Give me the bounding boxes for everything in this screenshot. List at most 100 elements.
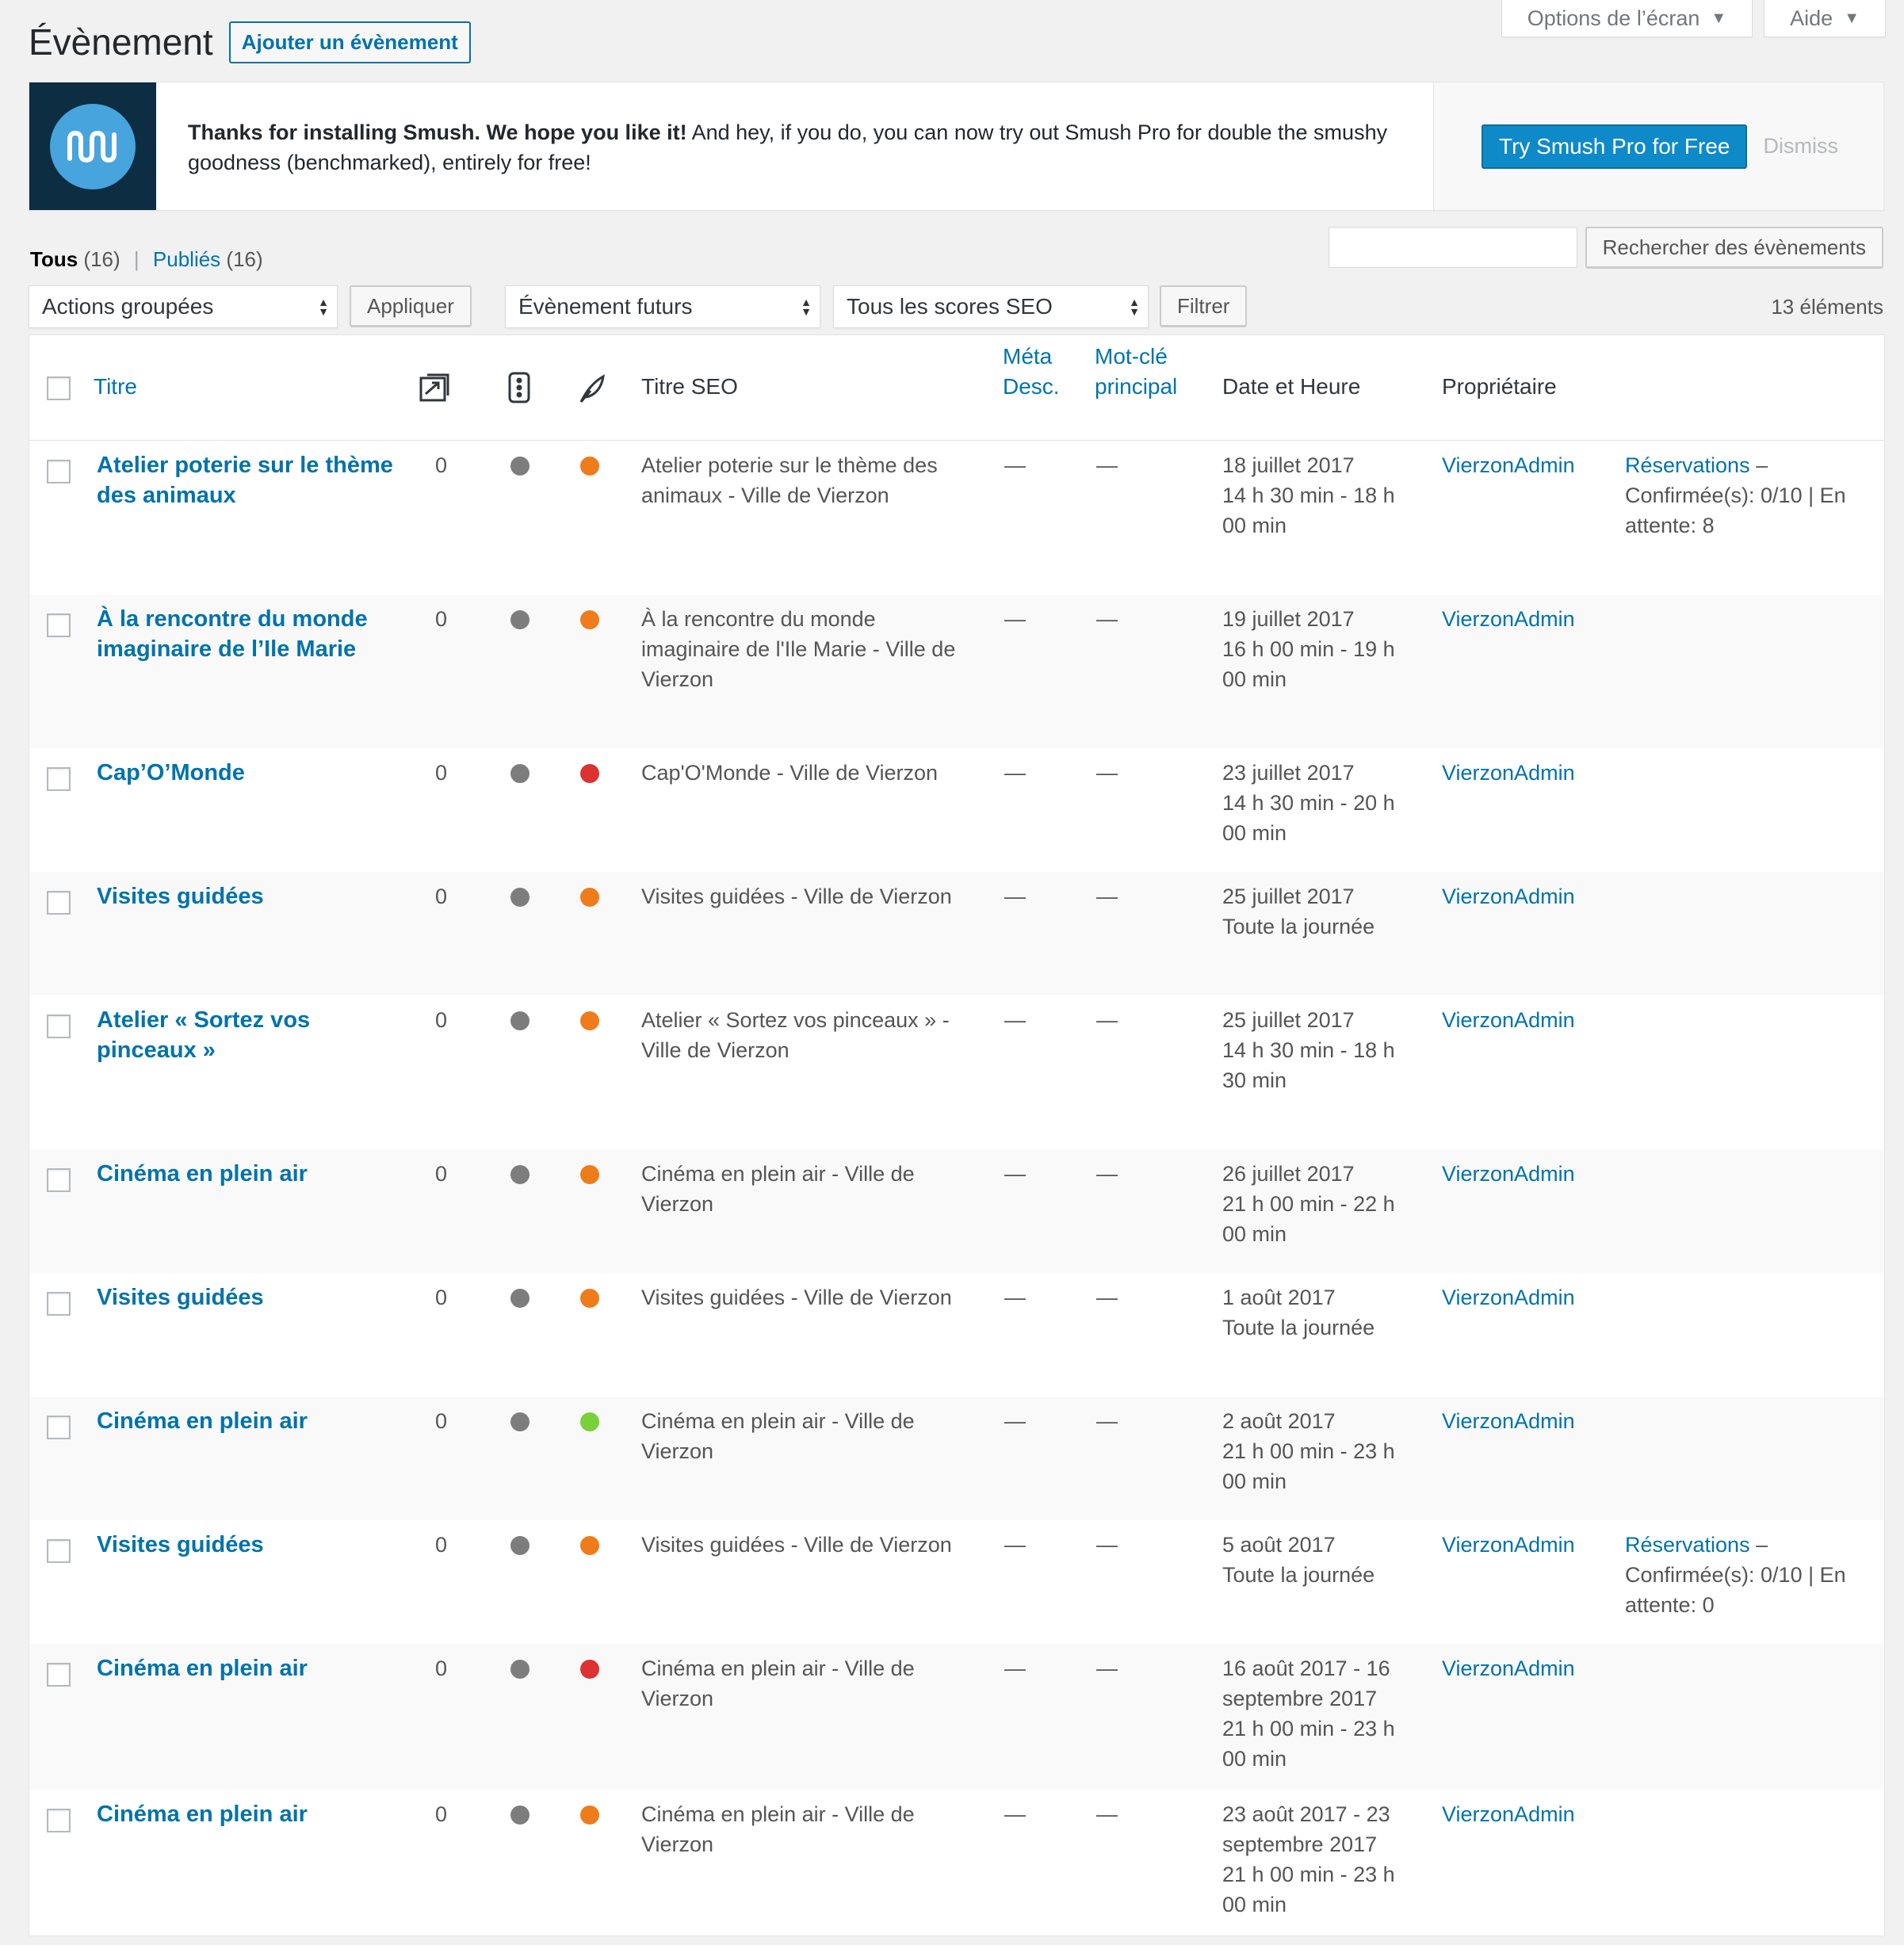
reservations-line: Réservations – xyxy=(1625,450,1768,480)
readability-score-dot xyxy=(510,1660,530,1679)
column-focus-keyword-line2: principal xyxy=(1095,374,1178,399)
readability-score-dot xyxy=(510,1165,530,1184)
view-published-link[interactable]: Publiés xyxy=(153,247,220,271)
date-line3: 00 min xyxy=(1222,1222,1287,1246)
owner-link[interactable]: VierzonAdmin xyxy=(1442,1005,1575,1035)
seo-score-select[interactable]: Tous les scores SEO ▲ ▼ xyxy=(833,285,1149,328)
meta-desc-value: — xyxy=(1004,1409,1026,1433)
select-all-checkbox[interactable] xyxy=(47,376,71,400)
search-input[interactable] xyxy=(1328,227,1577,268)
reservations-link[interactable]: Réservations xyxy=(1625,453,1750,477)
event-title-link-line2[interactable]: pinceaux » xyxy=(97,1035,216,1065)
bulk-actions-select[interactable]: Actions groupées ▲ ▼ xyxy=(29,285,338,328)
seo-score-dot xyxy=(580,1412,599,1431)
event-title-link[interactable]: Atelier « Sortez vos xyxy=(97,1005,310,1035)
reservations-dash: – xyxy=(1749,1533,1768,1557)
owner-link[interactable]: VierzonAdmin xyxy=(1442,450,1575,480)
seo-title-line2: Vierzon xyxy=(641,1192,714,1216)
focus-keyword-value: — xyxy=(1096,1533,1118,1557)
view-separator: | xyxy=(133,247,140,271)
row-checkbox[interactable] xyxy=(47,460,71,483)
row-checkbox[interactable] xyxy=(47,891,71,915)
date-line2: 14 h 30 min - 18 h xyxy=(1222,483,1395,507)
row-checkbox[interactable] xyxy=(47,1663,71,1687)
event-title-link[interactable]: À la rencontre du monde xyxy=(97,604,368,634)
owner-link[interactable]: VierzonAdmin xyxy=(1442,758,1575,788)
reservations-link[interactable]: Réservations xyxy=(1625,1533,1750,1557)
row-checkbox[interactable] xyxy=(47,1416,71,1439)
column-focus-keyword-line1: Mot-clé xyxy=(1095,344,1168,369)
event-title-link[interactable]: Cap’O’Monde xyxy=(97,758,245,788)
column-title[interactable]: Titre xyxy=(94,372,137,402)
search-events-button[interactable]: Rechercher des évènements xyxy=(1585,227,1883,268)
dismiss-link[interactable]: Dismiss xyxy=(1763,134,1838,159)
seo-title-line2: Ville de Vierzon xyxy=(641,1038,790,1062)
event-scope-value: Évènement futurs xyxy=(518,294,693,319)
tablenav-top: Actions groupées ▲ ▼ Appliquer Évènement … xyxy=(29,285,1883,330)
event-title-link[interactable]: Visites guidées xyxy=(97,1282,264,1313)
event-title-link[interactable]: Cinéma en plein air xyxy=(97,1799,308,1829)
row-checkbox[interactable] xyxy=(47,1539,71,1563)
filter-button[interactable]: Filtrer xyxy=(1160,285,1248,327)
try-smush-pro-button[interactable]: Try Smush Pro for Free xyxy=(1482,124,1748,169)
owner-link[interactable]: VierzonAdmin xyxy=(1442,1799,1575,1829)
column-meta-desc[interactable]: Méta Desc. xyxy=(1003,342,1060,402)
event-title-link[interactable]: Visites guidées xyxy=(97,881,264,911)
table-row: Atelier poterie sur le thème des animaux 0… xyxy=(29,441,1884,594)
apply-button[interactable]: Appliquer xyxy=(350,285,472,327)
seo-title-line1: Cap'O'Monde - Ville de Vierzon xyxy=(641,761,939,785)
view-published-count: (16) xyxy=(226,247,263,271)
owner-link[interactable]: VierzonAdmin xyxy=(1442,881,1575,911)
event-scope-select[interactable]: Évènement futurs ▲ ▼ xyxy=(505,285,820,328)
link-count: 0 xyxy=(435,1162,448,1186)
owner-link[interactable]: VierzonAdmin xyxy=(1442,604,1575,634)
owner-link[interactable]: VierzonAdmin xyxy=(1442,1653,1575,1683)
owner-link[interactable]: VierzonAdmin xyxy=(1442,1282,1575,1313)
screen-options-button[interactable]: Options de l’écran ▼ xyxy=(1501,0,1753,37)
row-checkbox[interactable] xyxy=(47,1168,71,1192)
date-line1: 23 août 2017 - 23 xyxy=(1222,1802,1390,1826)
date-line3: 21 h 00 min - 23 h xyxy=(1222,1863,1395,1886)
seo-title-line2: Vierzon xyxy=(641,1687,714,1710)
row-checkbox[interactable] xyxy=(47,1015,71,1038)
reservations-confirmed: Confirmée(s): 0/10 | En xyxy=(1625,1563,1846,1587)
row-checkbox[interactable] xyxy=(47,767,71,791)
table-row: Visites guidées 0 Visites guidées - Ville … xyxy=(29,872,1884,995)
seo-score-dot xyxy=(580,1536,599,1555)
link-count: 0 xyxy=(435,1286,448,1309)
seo-title-line2: animaux - Ville de Vierzon xyxy=(641,483,889,507)
view-all-link[interactable]: Tous xyxy=(30,247,78,271)
seo-title-line2: Vierzon xyxy=(641,1439,714,1463)
date-line2: 14 h 30 min - 20 h xyxy=(1222,791,1395,815)
event-title-link-line2[interactable]: imaginaire de l’Ile Marie xyxy=(97,634,356,664)
event-title-link[interactable]: Cinéma en plein air xyxy=(97,1159,308,1189)
column-focus-keyword[interactable]: Mot-clé principal xyxy=(1095,342,1177,402)
event-title-link[interactable]: Atelier poterie sur le thème xyxy=(97,450,393,480)
row-checkbox[interactable] xyxy=(47,613,71,637)
readability-score-dot xyxy=(510,457,530,476)
add-new-button[interactable]: Ajouter un évènement xyxy=(228,21,471,63)
row-checkbox[interactable] xyxy=(47,1809,71,1832)
date-line1: 5 août 2017 xyxy=(1222,1533,1336,1557)
items-count: 13 éléments xyxy=(1771,295,1883,319)
meta-desc-value: — xyxy=(1004,1008,1026,1032)
link-count: 0 xyxy=(435,761,448,785)
date-line2: Toute la journée xyxy=(1222,1563,1375,1587)
row-checkbox[interactable] xyxy=(47,1292,71,1316)
table-row: Atelier « Sortez vos pinceaux » 0 Atelier «… xyxy=(29,995,1884,1149)
link-count-icon xyxy=(418,372,451,411)
seo-title-line2: Vierzon xyxy=(641,1832,714,1856)
event-title-link-line2[interactable]: des animaux xyxy=(97,480,236,510)
event-title-link[interactable]: Visites guidées xyxy=(97,1530,264,1560)
meta-desc-value: — xyxy=(1004,607,1026,631)
meta-desc-value: — xyxy=(1004,1162,1026,1186)
owner-link[interactable]: VierzonAdmin xyxy=(1442,1530,1575,1560)
owner-link[interactable]: VierzonAdmin xyxy=(1442,1406,1575,1436)
event-title-link[interactable]: Cinéma en plein air xyxy=(97,1406,308,1436)
event-title-link[interactable]: Cinéma en plein air xyxy=(97,1653,308,1683)
readability-score-dot xyxy=(510,1011,530,1030)
help-button[interactable]: Aide ▼ xyxy=(1764,0,1886,37)
seo-score-dot xyxy=(580,1289,599,1308)
seo-title-line1: Cinéma en plein air - Ville de xyxy=(641,1802,915,1826)
owner-link[interactable]: VierzonAdmin xyxy=(1442,1159,1575,1189)
